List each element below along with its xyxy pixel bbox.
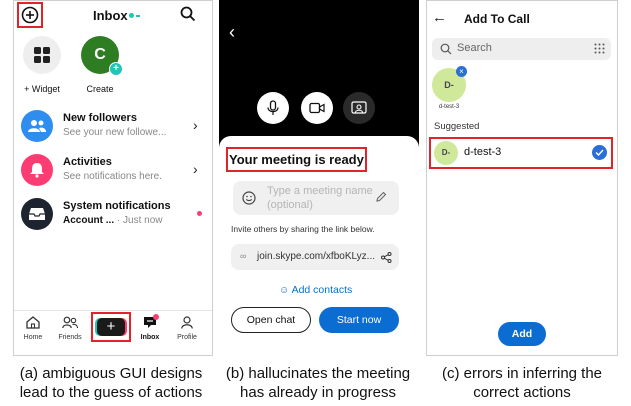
search-icon	[440, 43, 452, 55]
row-subtitle: See your new followe...	[63, 127, 167, 138]
caption-c: (c) errors in inferring the correct acti…	[420, 364, 624, 402]
row-subtitle-bold: Account ...	[63, 215, 115, 226]
row-title: New followers	[63, 112, 137, 124]
microphone-button[interactable]	[257, 92, 289, 124]
selected-contact-label: d-test-3	[438, 104, 460, 110]
widget-story[interactable]	[23, 36, 61, 74]
invite-text: Invite others by sharing the link below.	[231, 224, 375, 234]
widget-grid-icon	[34, 47, 50, 63]
highlight-box	[91, 312, 131, 342]
nav-label: Friends	[58, 334, 82, 341]
row-subtitle: Account ... · Just now	[63, 215, 162, 226]
emoji-icon	[242, 191, 256, 205]
create-avatar-letter: C	[94, 46, 106, 63]
add-person-icon: ☺	[279, 285, 290, 296]
search-input[interactable]: Search	[432, 38, 611, 60]
search-button[interactable]	[180, 6, 196, 27]
friends-icon	[62, 316, 79, 329]
online-dot	[129, 13, 134, 18]
chevron-right-icon: ›	[193, 117, 198, 133]
caption-c-line-1: (c) errors in inferring the	[441, 365, 603, 382]
background-effect-button[interactable]	[343, 92, 375, 124]
list-item-system-notifications[interactable]: System notifications Account ... · Just …	[21, 196, 207, 232]
background-blur-icon	[351, 101, 367, 114]
panel-a-inbox-screen: Inbox + Widget C + Create New followers …	[13, 0, 213, 356]
highlight-box	[226, 147, 367, 172]
highlight-box	[17, 2, 43, 28]
open-chat-button[interactable]: Open chat	[231, 307, 311, 333]
page-title: Add To Call	[464, 12, 530, 26]
people-icon	[21, 110, 53, 142]
highlight-box	[429, 137, 613, 169]
back-arrow-icon[interactable]: ‹	[229, 22, 235, 43]
nav-divider	[14, 310, 212, 311]
row-title: System notifications	[63, 200, 171, 212]
create-label: Create	[86, 84, 114, 94]
nav-home[interactable]: Home	[19, 316, 47, 341]
share-icon[interactable]	[381, 252, 392, 263]
share-link-field[interactable]: ∞ join.skype.com/xfboKLyz...	[231, 244, 399, 270]
nav-label: Inbox	[140, 334, 160, 341]
avatar-initials: D-	[444, 80, 454, 90]
row-subtitle: See notifications here.	[63, 171, 162, 182]
caption-b-line-2: has already in progress	[240, 384, 396, 401]
meeting-name-field[interactable]: Type a meeting name (optional)	[233, 181, 399, 215]
panel-c-add-to-call-screen: ← Add To Call Search D- × d-test-3 Sugge…	[426, 0, 618, 356]
home-icon	[26, 316, 40, 329]
pencil-icon	[376, 191, 387, 202]
profile-icon	[181, 316, 193, 329]
create-plus-badge: +	[109, 62, 123, 76]
chevron-right-icon: ›	[193, 161, 198, 177]
video-camera-icon	[309, 102, 325, 114]
add-button[interactable]: Add	[498, 322, 546, 346]
caption-a: (a) ambiguous GUI designs lead to the gu…	[0, 364, 222, 402]
nav-label: Profile	[177, 334, 197, 341]
caption-b: (b) hallucinates the meeting has already…	[212, 364, 424, 402]
camera-button[interactable]	[301, 92, 333, 124]
add-contacts-label: Add contacts	[291, 284, 353, 296]
add-contacts-link[interactable]: ☺ Add contacts	[279, 284, 352, 296]
widget-label: + Widget	[24, 84, 60, 94]
remove-selected-icon[interactable]: ×	[456, 66, 467, 77]
search-icon	[180, 6, 196, 22]
caption-a-line-2: lead to the guess of actions	[19, 384, 203, 401]
back-arrow-icon[interactable]: ←	[432, 9, 447, 26]
dialpad-icon[interactable]	[594, 43, 605, 54]
microphone-icon	[267, 100, 279, 115]
nav-profile[interactable]: Profile	[173, 316, 201, 341]
list-item-activities[interactable]: Activities See notifications here. ›	[21, 152, 207, 188]
list-item-new-followers[interactable]: New followers See your new followe... ›	[21, 108, 207, 144]
section-label: Suggested	[434, 121, 480, 132]
caption-b-line-1: (b) hallucinates the meeting	[225, 365, 411, 382]
caption-a-line-1: (a) ambiguous GUI designs	[19, 365, 203, 382]
meeting-name-placeholder: Type a meeting name (optional)	[267, 185, 373, 211]
unread-dot	[197, 211, 202, 216]
status-dash	[136, 15, 140, 17]
open-chat-label: Open chat	[246, 314, 296, 326]
start-now-button[interactable]: Start now	[319, 307, 399, 333]
row-timestamp: · Just now	[114, 215, 163, 226]
row-title: Activities	[63, 156, 112, 168]
add-button-label: Add	[511, 328, 533, 340]
bell-icon	[21, 154, 53, 186]
panel-b-meeting-screen: ‹ Your meeting is ready! Type a meeting …	[219, 0, 419, 356]
nav-inbox[interactable]: Inbox	[137, 316, 163, 341]
nav-label: Home	[23, 334, 43, 341]
inbox-badge	[153, 314, 159, 320]
nav-friends[interactable]: Friends	[55, 316, 85, 341]
inbox-title: Inbox	[93, 8, 128, 23]
link-icon: ∞	[240, 251, 247, 261]
caption-c-line-2: correct actions	[473, 384, 571, 401]
inbox-tray-icon	[21, 198, 53, 230]
start-now-label: Start now	[336, 314, 382, 326]
meeting-link: join.skype.com/xfboKLyz...	[257, 251, 376, 262]
search-placeholder: Search	[457, 42, 492, 54]
